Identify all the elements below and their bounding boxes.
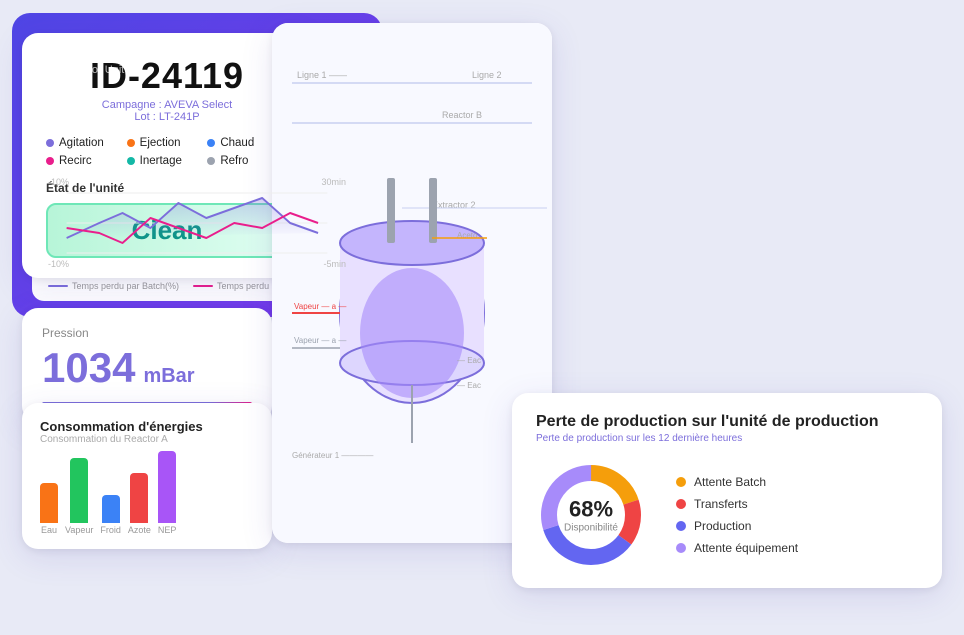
id-lot: Lot : LT-241P [46,111,288,123]
id-title: ID-24119 [46,55,288,97]
id-campaign: Campagne : AVEVA Select [46,99,288,111]
production-subtitle: Perte de production sur les 12 dernière … [536,433,918,444]
bar-nep: NEP [158,451,177,535]
legend-transferts: Transferts [676,497,798,511]
donut-percent: 68% [564,496,618,522]
bar-froid: Froid [100,495,121,535]
bar-azote: Azote [128,473,151,535]
diagram-inner: Ligne 1 —— Ligne 2 Reactor B Extractor 2… [272,23,552,543]
energy-title: Consommation d'énergies [40,419,254,434]
energy-card: Consommation d'énergies Consommation du … [22,403,272,549]
production-title: Perte de production sur l'unité de produ… [536,413,918,431]
production-legend: Attente Batch Transferts Production Atte… [676,475,798,555]
bar-eau: Eau [40,483,58,535]
pressure-unit: mBar [143,365,194,388]
batch-chart-svg [48,173,346,273]
legend-attente-batch: Attente Batch [676,475,798,489]
donut-description: Disponibilité [564,522,618,533]
legend-production: Production [676,519,798,533]
chart-area: -10% -10% 30min -5min [48,173,346,273]
tag-agitation: Agitation [46,137,127,149]
svg-text:Générateur 1 ————: Générateur 1 ———— [292,451,373,460]
pressure-label: Pression [42,326,252,340]
scene: ID-24119 Campagne : AVEVA Select Lot : L… [12,13,952,623]
reactor-diagram-card: Ligne 1 —— Ligne 2 Reactor B Extractor 2… [272,23,552,543]
energy-subtitle: Consommation du Reactor A [40,434,254,445]
svg-text:— Eac: — Eac [457,381,481,390]
diagram-svg: Ligne 1 —— Ligne 2 Reactor B Extractor 2… [272,23,552,543]
reactor-subtitle: Batch Reactor Unit [32,64,362,76]
bar-vapeur: Vapeur [65,458,93,535]
tag-recirc: Recirc [46,155,127,167]
chart-y-labels-left: -10% -10% [48,173,69,273]
svg-text:Reactor B: Reactor B [442,110,482,120]
energy-bar-chart: Eau Vapeur Froid Azote NEP [40,455,254,535]
svg-text:— Eac: — Eac [457,356,481,365]
tag-inertage: Inertage [127,155,208,167]
chart-y-labels-right: 30min -5min [321,173,346,273]
production-card: Perte de production sur l'unité de produ… [512,393,942,588]
legend-item-purple: Temps perdu par Batch(%) [48,281,179,291]
svg-text:Vapeur — a —: Vapeur — a — [294,302,346,311]
id-tags: Agitation Ejection Chaud Recirc Inertage… [46,137,288,167]
donut-chart: 68% Disponibilité [536,460,646,570]
svg-text:Vapeur — a —: Vapeur — a — [294,336,346,345]
production-content: 68% Disponibilité Attente Batch Transfer… [536,460,918,570]
legend-attente-equipement: Attente équipement [676,541,798,555]
pressure-value: 1034 mBar [42,344,252,392]
donut-label: 68% Disponibilité [564,496,618,533]
svg-text:Ligne 2: Ligne 2 [472,70,502,80]
tag-ejection: Ejection [127,137,208,149]
